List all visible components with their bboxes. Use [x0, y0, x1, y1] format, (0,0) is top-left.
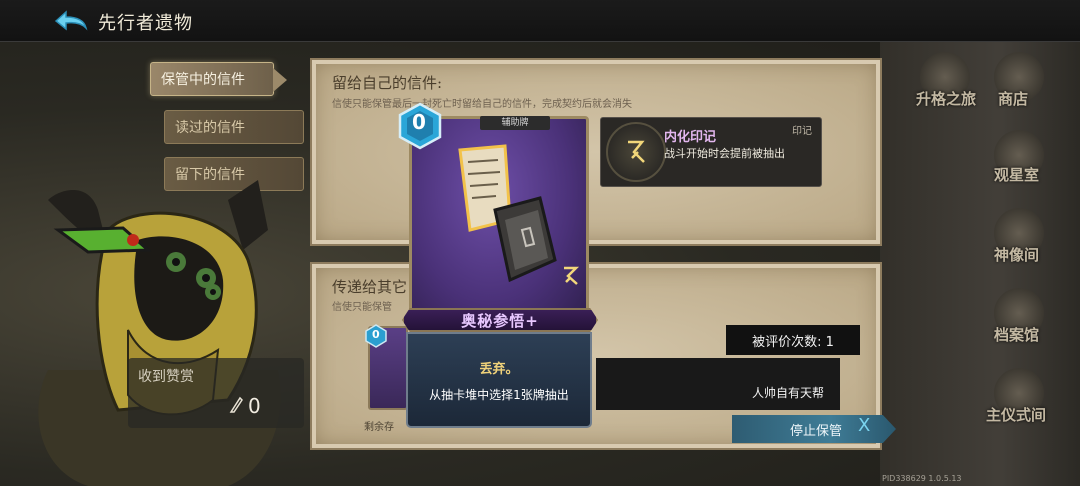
reward-label: 收到赞赏 [138, 369, 194, 385]
remaining-text: 剩余存 [364, 422, 394, 433]
tab-arrow-icon [273, 68, 287, 92]
nav-observatory[interactable]: 观星室 [994, 164, 1039, 185]
card-type: 辅助牌 [480, 116, 550, 130]
card-cost: 0 [412, 110, 426, 134]
card-name: 奥秘参悟+ [461, 312, 539, 330]
messenger-character [38, 180, 281, 486]
panel-others-title: 传递给其它 [332, 278, 408, 296]
reward-count: 0 [248, 394, 261, 418]
version-text: PID338629 1.0.5.13 [882, 474, 962, 483]
imprint-name: 内化印记 [664, 130, 717, 145]
imprint-icon [606, 122, 666, 182]
imprint-tag: 印记 [792, 126, 812, 137]
nav-archive[interactable]: 档案馆 [994, 324, 1039, 345]
panel-others-desc: 信使只能保管 [332, 302, 392, 313]
card-description: 从抽卡堆中选择1张牌抽出 [429, 388, 569, 402]
card-text-box [406, 332, 592, 428]
tab-read-letters[interactable]: 读过的信件 [164, 110, 304, 144]
rating-box: 被评价次数: 1 [726, 325, 860, 355]
stop-keeping-label: 停止保管 [790, 424, 843, 439]
panel-self-title: 留给自己的信件: [332, 74, 443, 92]
mini-card-cost: 0 [372, 328, 380, 341]
tab-label: 读过的信件 [175, 120, 245, 136]
card-keyword: 丢弃。 [479, 362, 519, 377]
rune-icon [628, 140, 645, 163]
feather-icon [229, 396, 243, 413]
page-title: 先行者遗物 [98, 13, 193, 34]
right-backdrop [880, 42, 1080, 486]
sender-name: 人帅自有天帮 [752, 386, 825, 400]
back-button[interactable] [50, 8, 90, 34]
close-icon[interactable]: X [858, 415, 870, 436]
panel-self-desc: 信使只能保管最后一封死亡时留给自己的信件，完成契约后就会消失 [332, 99, 632, 110]
nav-statue-room[interactable]: 神像间 [994, 244, 1039, 265]
rune-icon [564, 266, 580, 285]
nav-ascension[interactable]: 升格之旅 [916, 88, 976, 109]
imprint-desc: 战斗开始时会提前被抽出 [664, 147, 785, 160]
scroll-book-art [458, 144, 557, 283]
tab-stored-letters[interactable]: 保管中的信件 [150, 62, 287, 96]
tab-label: 保管中的信件 [161, 72, 245, 88]
nav-shop[interactable]: 商店 [998, 88, 1028, 109]
rating-label: 被评价次数: 1 [752, 334, 834, 350]
back-arrow-icon [54, 10, 88, 31]
nav-main-ritual[interactable]: 主仪式间 [986, 404, 1046, 425]
